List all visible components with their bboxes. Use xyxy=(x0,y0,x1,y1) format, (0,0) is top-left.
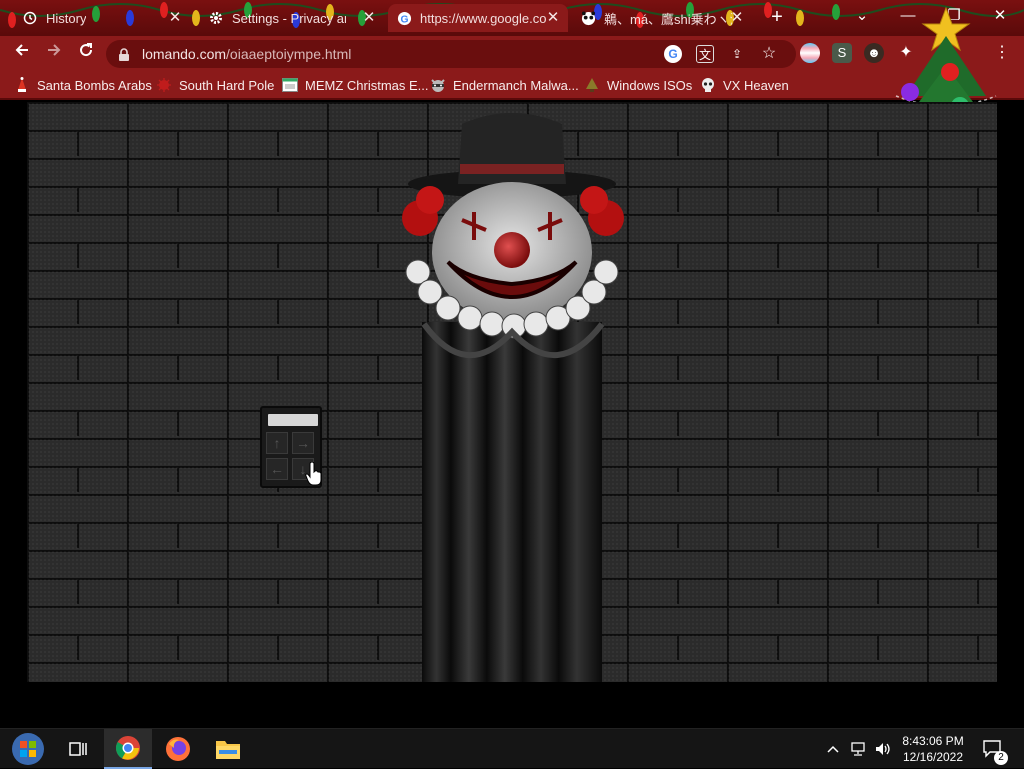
bookmark-vx-heaven[interactable]: VX Heaven xyxy=(700,75,789,95)
tab-settings[interactable]: Settings - Privacy and s ✕ xyxy=(200,4,384,32)
tab-google[interactable]: G https://www.google.co ✕ xyxy=(388,4,568,32)
translate-icon[interactable]: 文 xyxy=(696,45,714,63)
calculator-display xyxy=(268,414,318,426)
task-view-button[interactable] xyxy=(54,729,102,769)
url-path: /oiaaeptoiympe.html xyxy=(226,46,352,62)
history-icon xyxy=(22,10,38,26)
taskbar-chrome[interactable] xyxy=(104,729,152,769)
taskbar-file-explorer[interactable] xyxy=(204,729,252,769)
speaker-icon xyxy=(876,743,890,755)
bookmark-south-hard-pole[interactable]: South Hard Pole xyxy=(156,75,274,95)
santa-icon xyxy=(14,77,30,93)
arrow-right-key[interactable]: → xyxy=(292,432,314,454)
show-hidden-icons-button[interactable] xyxy=(826,729,840,769)
arrow-right-icon xyxy=(48,44,61,56)
bookmark-label: South Hard Pole xyxy=(179,77,275,93)
clock-date: 12/16/2022 xyxy=(902,750,964,764)
network-icon xyxy=(851,742,865,756)
bookmark-memz-christmas[interactable]: MEMZ Christmas E... xyxy=(282,75,429,95)
new-tab-button[interactable]: + xyxy=(766,6,788,28)
notification-center-button[interactable]: 2 xyxy=(982,729,1008,769)
bug-icon xyxy=(156,77,172,93)
panda-icon xyxy=(580,10,596,26)
page-content: ↑ → ← ↓ xyxy=(0,102,1024,728)
arrow-left-icon xyxy=(15,44,28,56)
tab-panda[interactable]: 鵜、má、鷹shi乗わヽ汰 ✕ xyxy=(572,4,752,32)
bookmark-label: Santa Bombs Arabs xyxy=(37,77,152,93)
arrow-left-key[interactable]: ← xyxy=(266,458,288,480)
bookmark-santa-bombs[interactable]: Santa Bombs Arabs xyxy=(14,75,152,95)
folder-icon xyxy=(216,741,240,759)
raccoon-icon xyxy=(430,77,446,93)
extension-s-icon[interactable]: S xyxy=(832,43,852,63)
tab-label: 鵜、má、鷹shi乗わヽ汰 xyxy=(604,11,732,27)
tab-label: https://www.google.co xyxy=(420,10,546,26)
taskbar-firefox[interactable] xyxy=(154,729,202,769)
back-button[interactable] xyxy=(10,41,34,65)
close-icon[interactable]: ✕ xyxy=(728,9,746,27)
window-icon xyxy=(282,77,298,93)
network-status-button[interactable] xyxy=(850,729,868,769)
google-icon: G xyxy=(396,10,412,26)
clown-figure xyxy=(402,113,624,682)
bookmark-endermanch[interactable]: Endermanch Malwa... xyxy=(430,75,579,95)
lock-icon[interactable] xyxy=(118,40,130,68)
windows-orb-icon xyxy=(12,733,44,765)
tree-icon xyxy=(584,77,600,93)
close-icon[interactable]: ✕ xyxy=(166,9,184,27)
taskbar-clock[interactable]: 8:43:06 PM 12/16/2022 xyxy=(896,733,970,765)
url-domain: lomando.com xyxy=(142,46,227,62)
bookmark-label: Windows ISOs xyxy=(607,77,693,93)
task-view-icon xyxy=(69,742,87,756)
hand-cursor-icon xyxy=(305,462,322,486)
bookmark-label: MEMZ Christmas E... xyxy=(305,77,429,93)
gear-icon xyxy=(208,10,224,26)
firefox-icon xyxy=(166,737,190,761)
tab-label: History xyxy=(46,10,87,26)
close-icon[interactable]: ✕ xyxy=(544,9,562,27)
volume-button[interactable] xyxy=(874,729,892,769)
profile-flag-icon[interactable] xyxy=(800,43,820,63)
svg-text:G: G xyxy=(400,14,408,25)
bookmark-windows-isos[interactable]: Windows ISOs xyxy=(584,75,692,95)
address-bar[interactable]: lomando.com/oiaaeptoiympe.html xyxy=(106,40,796,68)
arrow-up-key[interactable]: ↑ xyxy=(266,432,288,454)
notification-count-badge: 2 xyxy=(994,751,1008,765)
windows-taskbar: 8:43:06 PM 12/16/2022 2 xyxy=(0,728,1024,769)
share-icon[interactable]: ⇪ xyxy=(728,45,746,63)
skull-icon xyxy=(700,77,716,93)
bookmark-label: Endermanch Malwa... xyxy=(453,77,579,93)
chevron-up-icon xyxy=(827,745,839,753)
clock-time: 8:43:06 PM xyxy=(902,734,964,748)
chrome-icon xyxy=(115,736,140,760)
close-icon[interactable]: ✕ xyxy=(360,9,378,27)
reload-button[interactable] xyxy=(74,41,98,65)
start-button[interactable] xyxy=(4,729,52,769)
google-lens-icon[interactable]: G xyxy=(664,45,682,63)
tab-history[interactable]: History ✕ xyxy=(14,4,190,32)
bookmark-star-icon[interactable]: ☆ xyxy=(760,45,778,63)
forward-button[interactable] xyxy=(42,41,66,65)
bookmark-label: VX Heaven xyxy=(723,77,789,93)
tab-label: Settings - Privacy and s xyxy=(232,10,346,26)
reload-icon xyxy=(80,43,93,57)
